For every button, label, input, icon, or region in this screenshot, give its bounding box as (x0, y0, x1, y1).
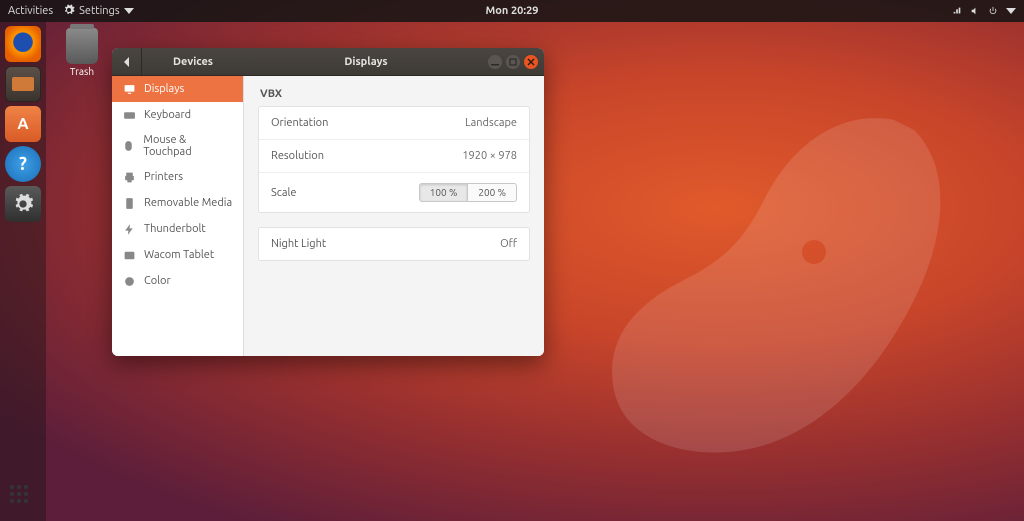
chevron-down-icon (1006, 6, 1016, 16)
panel-app-menu[interactable]: Settings (63, 4, 134, 19)
scale-toggle: 100 % 200 % (419, 183, 517, 202)
sidebar-item-label: Removable Media (144, 197, 232, 209)
trash-desktop-icon[interactable]: Trash (58, 28, 106, 77)
sidebar-item-color[interactable]: Color (112, 268, 243, 294)
sidebar-item-thunderbolt[interactable]: Thunderbolt (112, 216, 243, 242)
printer-icon (122, 170, 136, 184)
trash-icon (66, 28, 98, 64)
scale-row: Scale 100 % 200 % (259, 172, 529, 212)
night-light-row[interactable]: Night Light Off (259, 228, 529, 260)
display-settings-card: Orientation Landscape Resolution 1920 × … (258, 106, 530, 213)
dock-firefox[interactable] (5, 26, 41, 62)
dock-software[interactable] (5, 106, 41, 142)
trash-label: Trash (58, 66, 106, 77)
settings-window: Devices Displays Displays Keyboard Mouse… (112, 48, 544, 356)
keyboard-icon (122, 108, 136, 122)
settings-sidebar: Displays Keyboard Mouse & Touchpad Print… (112, 76, 244, 356)
row-value: Off (500, 238, 517, 250)
row-label: Scale (271, 187, 296, 199)
chevron-down-icon (124, 6, 134, 16)
close-button[interactable] (524, 55, 538, 69)
sidebar-item-label: Mouse & Touchpad (143, 134, 233, 158)
sidebar-item-label: Keyboard (144, 109, 191, 121)
page-title: Displays (244, 56, 488, 68)
show-applications-button[interactable] (10, 485, 34, 509)
sidebar-item-removable[interactable]: Removable Media (112, 190, 243, 216)
power-icon (988, 6, 998, 16)
removable-icon (122, 196, 136, 210)
scale-100-button[interactable]: 100 % (419, 183, 469, 202)
dock-settings[interactable] (5, 186, 41, 222)
row-label: Night Light (271, 238, 326, 250)
sidebar-item-keyboard[interactable]: Keyboard (112, 102, 243, 128)
sidebar-item-displays[interactable]: Displays (112, 76, 243, 102)
back-button[interactable] (112, 48, 142, 75)
maximize-button[interactable] (506, 55, 520, 69)
volume-icon (970, 6, 980, 16)
section-title: Devices (142, 56, 244, 68)
monitor-name: VBX (258, 88, 530, 100)
dock (0, 22, 46, 521)
color-icon (122, 274, 136, 288)
sidebar-item-label: Thunderbolt (144, 223, 206, 235)
row-value: Landscape (465, 117, 517, 129)
tablet-icon (122, 248, 136, 262)
thunderbolt-icon (122, 222, 136, 236)
display-icon (122, 82, 136, 96)
resolution-row[interactable]: Resolution 1920 × 978 (259, 139, 529, 172)
activities-button[interactable]: Activities (8, 5, 53, 17)
content-pane: VBX Orientation Landscape Resolution 192… (244, 76, 544, 356)
top-panel: Activities Settings Mon 20:29 (0, 0, 1024, 22)
sidebar-item-label: Wacom Tablet (144, 249, 214, 261)
row-value: 1920 × 978 (462, 150, 517, 162)
sidebar-item-label: Color (144, 275, 171, 287)
titlebar[interactable]: Devices Displays (112, 48, 544, 76)
row-label: Resolution (271, 150, 324, 162)
dock-files[interactable] (5, 66, 41, 102)
mouse-icon (122, 139, 135, 153)
sidebar-item-label: Displays (144, 83, 184, 95)
scale-200-button[interactable]: 200 % (468, 183, 517, 202)
night-light-card: Night Light Off (258, 227, 530, 261)
network-icon (952, 6, 962, 16)
sidebar-item-wacom[interactable]: Wacom Tablet (112, 242, 243, 268)
minimize-button[interactable] (488, 55, 502, 69)
sidebar-item-mouse[interactable]: Mouse & Touchpad (112, 128, 243, 164)
sidebar-item-label: Printers (144, 171, 183, 183)
wallpaper-bird (514, 80, 994, 480)
row-label: Orientation (271, 117, 328, 129)
sidebar-item-printers[interactable]: Printers (112, 164, 243, 190)
clock[interactable]: Mon 20:29 (486, 5, 539, 17)
system-status-area[interactable] (952, 6, 1016, 16)
orientation-row[interactable]: Orientation Landscape (259, 107, 529, 139)
dock-help[interactable] (5, 146, 41, 182)
